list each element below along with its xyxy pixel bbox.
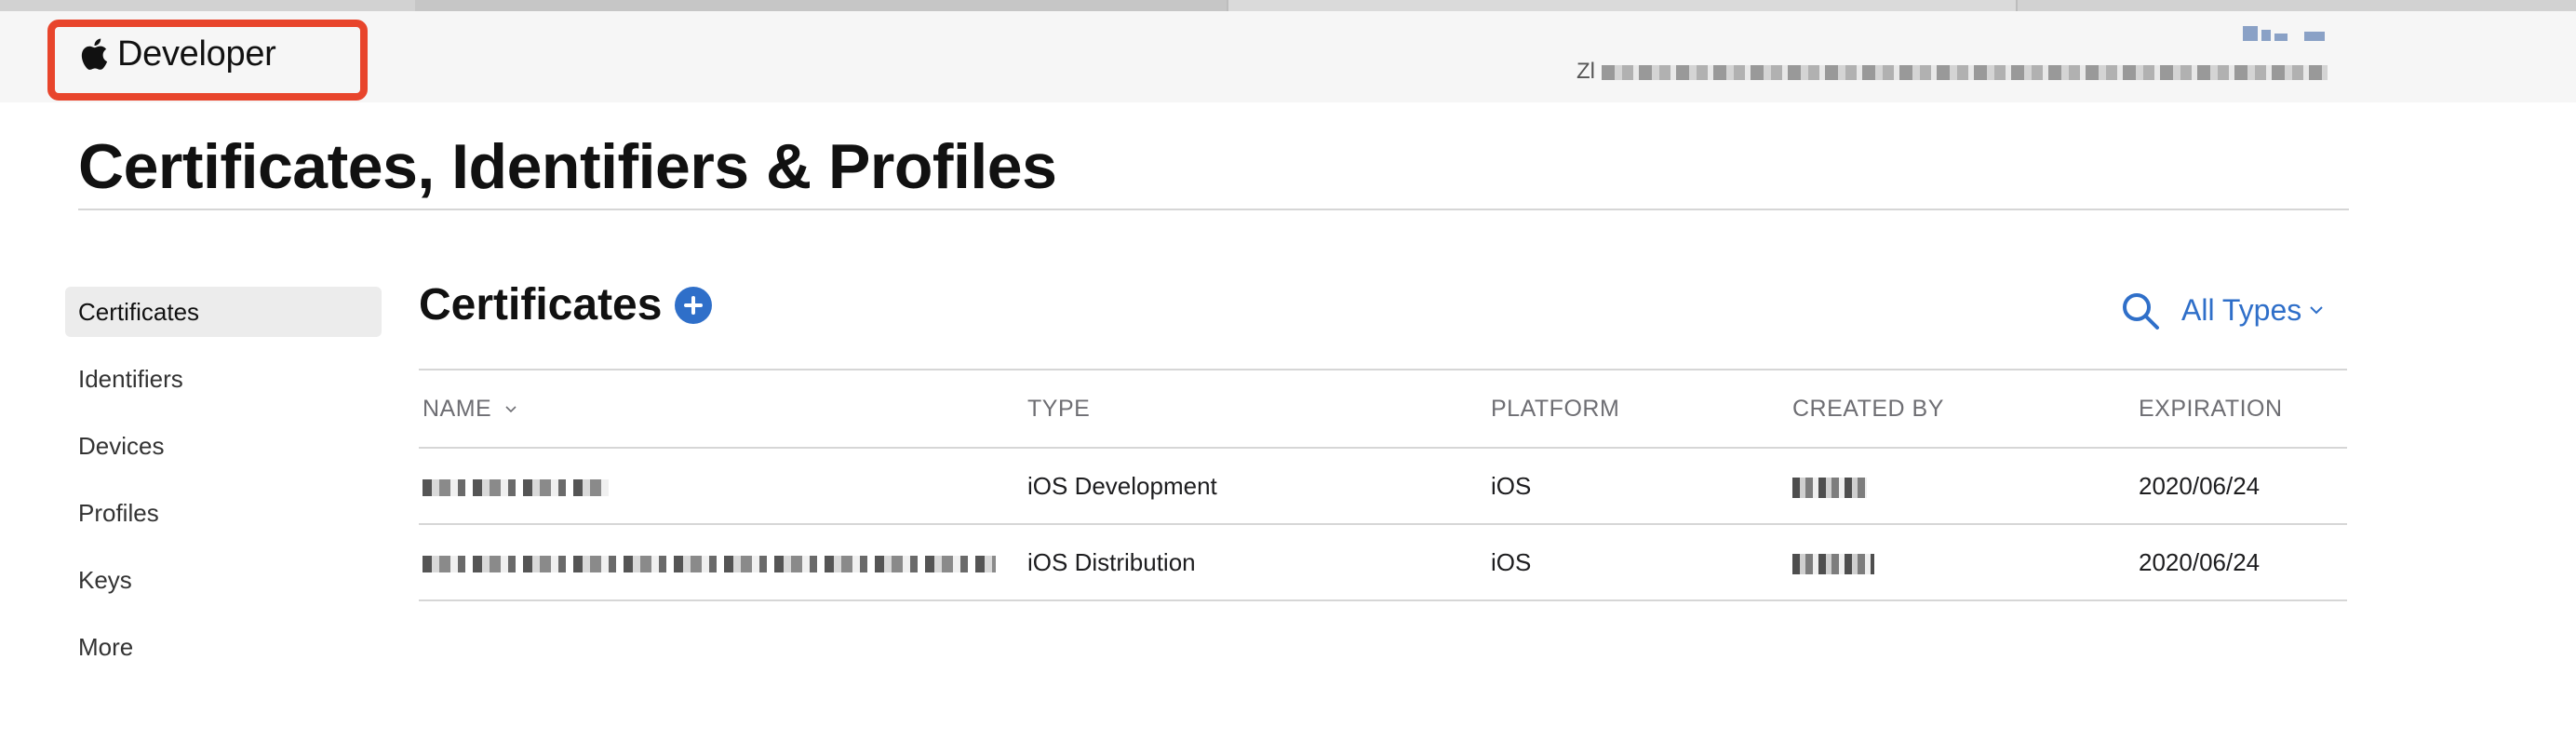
sidebar-item-keys[interactable]: Keys <box>65 555 382 605</box>
plus-circle-icon[interactable] <box>675 286 713 324</box>
page-title: Certificates, Identifiers & Profiles <box>78 131 1057 202</box>
section-header: Certificates <box>419 279 713 330</box>
certificates-table: NAME TYPE PLATFORM CREATED BY EXPIRATION… <box>419 369 2347 601</box>
global-nav <box>0 11 2576 102</box>
certificate-name-redacted <box>423 479 609 497</box>
sidebar-item-more[interactable]: More <box>65 622 382 672</box>
highlight-box <box>47 20 368 101</box>
sidebar-item-devices[interactable]: Devices <box>65 421 382 471</box>
account-icon[interactable] <box>2243 22 2332 45</box>
sidebar-item-profiles[interactable]: Profiles <box>65 488 382 538</box>
browser-tab[interactable] <box>415 0 1227 11</box>
certificate-platform: iOS <box>1491 472 1532 500</box>
created-by-redacted <box>1792 554 1874 575</box>
title-divider <box>78 209 2349 210</box>
certificate-platform: iOS <box>1491 548 1532 576</box>
account-name[interactable]: Zl <box>1576 58 2330 86</box>
type-filter-label: All Types <box>2181 293 2302 327</box>
section-title: Certificates <box>419 280 663 330</box>
column-header-created-by[interactable]: CREATED BY <box>1792 370 1944 447</box>
column-header-name[interactable]: NAME <box>423 370 517 447</box>
type-filter-dropdown[interactable]: All Types <box>2181 289 2324 331</box>
certificate-expiration: 2020/06/24 <box>2139 548 2261 576</box>
browser-tab-strip <box>0 0 2576 11</box>
browser-tab-active[interactable] <box>1227 0 2018 11</box>
column-header-platform[interactable]: PLATFORM <box>1491 370 1619 447</box>
certificate-type: iOS Distribution <box>1027 548 1196 576</box>
chevron-down-icon <box>505 406 517 413</box>
table-row[interactable]: iOS Distribution iOS 2020/06/24 <box>419 525 2347 601</box>
column-header-type[interactable]: TYPE <box>1027 370 1090 447</box>
certificate-expiration: 2020/06/24 <box>2139 472 2261 500</box>
chevron-down-icon <box>2310 306 2323 315</box>
account-name-prefix: Zl <box>1576 59 1595 84</box>
certificate-name[interactable] <box>423 449 609 523</box>
certificate-type: iOS Development <box>1027 472 1217 500</box>
sidebar: Certificates Identifiers Devices Profile… <box>65 287 382 689</box>
created-by-redacted <box>1792 478 1867 499</box>
certificate-created-by <box>1792 449 1867 523</box>
sidebar-item-certificates[interactable]: Certificates <box>65 287 382 337</box>
certificate-created-by <box>1792 525 1874 599</box>
sidebar-item-identifiers[interactable]: Identifiers <box>65 354 382 404</box>
account-name-redacted <box>1601 64 2328 80</box>
table-row[interactable]: iOS Development iOS 2020/06/24 <box>419 449 2347 525</box>
column-header-expiration[interactable]: EXPIRATION <box>2139 370 2283 447</box>
table-header: NAME TYPE PLATFORM CREATED BY EXPIRATION <box>419 369 2347 449</box>
certificate-name[interactable] <box>423 525 996 599</box>
search-icon[interactable] <box>2120 290 2161 331</box>
certificate-name-redacted <box>423 556 996 573</box>
